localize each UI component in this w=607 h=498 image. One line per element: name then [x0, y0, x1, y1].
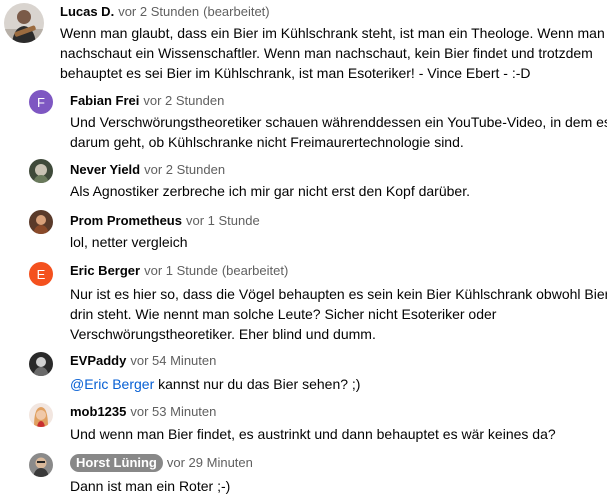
comment-time[interactable]: vor 2 Stunden — [118, 4, 199, 19]
user-photo-avatar-icon — [29, 403, 53, 427]
comment-text-line: Wenn man glaubt, dass ein Bier im Kühlsc… — [60, 25, 605, 41]
comment-body: @Eric Berger kannst nur du das Bier sehe… — [70, 374, 360, 394]
user-photo-avatar-icon — [29, 352, 53, 376]
comment-text-line: Und Verschwörungstheoretiker schauen wäh… — [70, 114, 607, 130]
comment-author[interactable]: Prom Prometheus — [70, 213, 182, 228]
avatar[interactable]: E — [29, 262, 53, 286]
comment-time[interactable]: vor 53 Minuten — [130, 404, 216, 419]
comment-edited-label: (bearbeitet) — [221, 263, 289, 278]
comment-text-line: nachschaut ein Wissenschaftler. Wenn man… — [60, 45, 593, 61]
comment-text-line: Verschwörungstheoretiker. Eher blind und… — [70, 326, 376, 342]
comment-header: Lucas D. vor 2 Stunden (bearbeitet) — [60, 3, 270, 21]
comment-header: EVPaddy vor 54 Minuten — [70, 352, 216, 370]
comment-body: Dann ist man ein Roter ;-) — [70, 476, 230, 496]
comment-author[interactable]: mob1235 — [70, 404, 126, 419]
comment-time[interactable]: vor 1 Stunde — [144, 263, 218, 278]
avatar[interactable] — [29, 210, 53, 234]
comment-text-line: darum geht, ob Kühlschranke nicht Freima… — [70, 134, 464, 150]
comment-author[interactable]: Never Yield — [70, 162, 140, 177]
comment-header: Fabian Frei vor 2 Stunden — [70, 92, 224, 110]
avatar[interactable] — [29, 159, 53, 183]
avatar[interactable] — [29, 453, 53, 477]
comment-time[interactable]: vor 54 Minuten — [130, 353, 216, 368]
comment-text-line: lol, netter vergleich — [70, 234, 188, 250]
comment-edited-label: (bearbeitet) — [203, 4, 270, 19]
channel-owner-badge[interactable]: Horst Lüning — [70, 454, 163, 472]
comment-author[interactable]: EVPaddy — [70, 353, 126, 368]
comment-header: mob1235 vor 53 Minuten — [70, 403, 216, 421]
comment-time[interactable]: vor 1 Stunde — [186, 213, 260, 228]
comment-text-line: behauptet es sei Bier im Kühlschrank, is… — [60, 65, 531, 81]
avatar[interactable]: F — [29, 90, 53, 114]
comment-body: lol, netter vergleich — [70, 232, 188, 252]
comment-text-line: Nur ist es hier so, dass die Vögel behau… — [70, 286, 607, 302]
comment-time[interactable]: vor 2 Stunden — [143, 93, 224, 108]
comment-text-line: Dann ist man ein Roter ;-) — [70, 478, 231, 494]
comment-author[interactable]: Lucas D. — [60, 4, 114, 19]
avatar[interactable] — [29, 403, 53, 427]
user-photo-avatar-icon — [4, 3, 44, 43]
comment-text-line: @Eric Berger kannst nur du das Bier sehe… — [70, 374, 360, 394]
user-photo-avatar-icon — [29, 159, 53, 183]
avatar-letter: F — [37, 94, 45, 110]
comment-time[interactable]: vor 2 Stunden — [144, 162, 225, 177]
comment-text-line: drin steht. Wie nennt man solche Leute? … — [70, 306, 497, 322]
user-photo-avatar-icon — [29, 210, 53, 234]
comment-text-line: Und wenn man Bier findet, es austrinkt u… — [70, 426, 556, 442]
user-photo-avatar-icon — [29, 453, 53, 477]
comment-body: Und Verschwörungstheoretiker schauen wäh… — [70, 112, 607, 152]
comment-author: Horst Lüning — [76, 455, 157, 470]
avatar[interactable] — [29, 352, 53, 376]
avatar[interactable] — [4, 3, 44, 43]
comment-header: Never Yield vor 2 Stunden — [70, 161, 225, 179]
comment-header: Eric Berger vor 1 Stunde (bearbeitet) — [70, 262, 288, 280]
comment-text-line: Als Agnostiker zerbreche ich mir gar nic… — [70, 183, 470, 199]
comment-body: Wenn man glaubt, dass ein Bier im Kühlsc… — [60, 23, 605, 83]
comment-time[interactable]: vor 29 Minuten — [167, 455, 253, 470]
user-mention-link[interactable]: @Eric Berger — [70, 376, 154, 392]
comment-text: kannst nur du das Bier sehen? ;) — [154, 376, 361, 392]
comment-author[interactable]: Eric Berger — [70, 263, 140, 278]
avatar-letter: E — [36, 266, 46, 282]
comment-header: Prom Prometheus vor 1 Stunde — [70, 212, 260, 230]
comment-body: Als Agnostiker zerbreche ich mir gar nic… — [70, 181, 470, 201]
comment-body: Und wenn man Bier findet, es austrinkt u… — [70, 424, 556, 444]
comment-header: Horst Lüning vor 29 Minuten — [70, 454, 253, 472]
comment-body: Nur ist es hier so, dass die Vögel behau… — [70, 284, 607, 344]
comment-author[interactable]: Fabian Frei — [70, 93, 139, 108]
